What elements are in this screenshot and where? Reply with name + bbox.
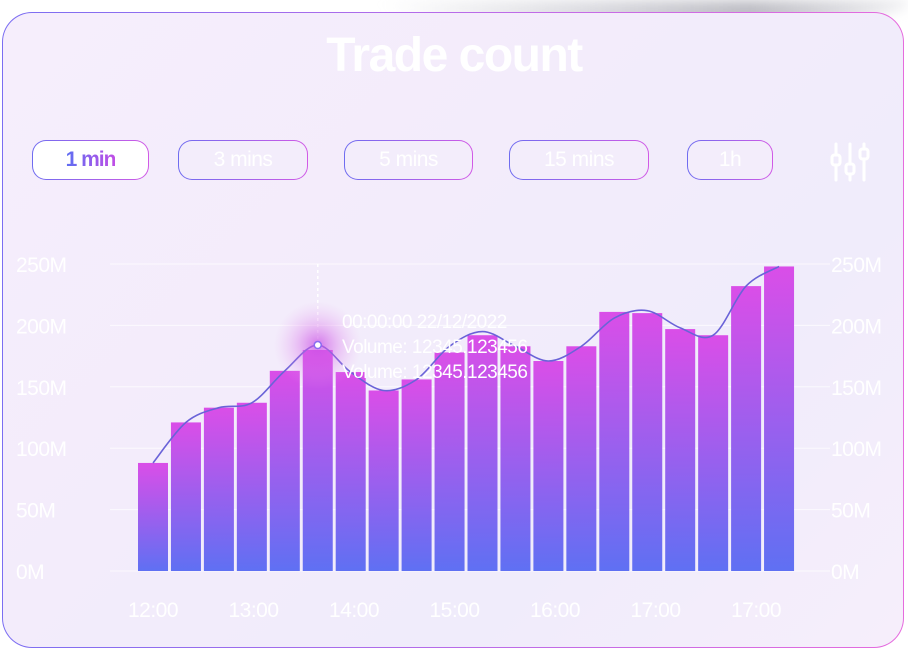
bar[interactable]: [533, 361, 564, 571]
x-tick-label: 16:00: [530, 599, 580, 622]
y-tick-label-right: 100M: [831, 438, 882, 461]
y-tick-label-right: 0M: [831, 561, 859, 584]
x-tick-label: 15:00: [429, 599, 479, 622]
y-tick-label-left: 0M: [16, 561, 44, 584]
bar[interactable]: [236, 402, 267, 571]
tooltip-time: 00:00:00 22/12/2022: [342, 312, 507, 333]
bar[interactable]: [368, 390, 399, 571]
x-tick-label: 14:00: [329, 599, 379, 622]
bar-chart: 0M 0M 50M 50M 100M 100M 150M 150M 200M 200M 250M 25…: [16, 254, 882, 622]
tooltip-volume-2: Volume: 12345.123456: [342, 362, 527, 383]
bar[interactable]: [731, 286, 762, 571]
bar[interactable]: [698, 335, 729, 571]
bar[interactable]: [599, 311, 630, 571]
x-tick-label: 13:00: [228, 599, 278, 622]
bar[interactable]: [566, 346, 597, 571]
y-tick-label-left: 50M: [16, 500, 55, 523]
x-tick-label: 12:00: [128, 599, 178, 622]
tooltip-volume-1: Volume: 12345.123456: [342, 337, 527, 358]
y-tick-label-left: 250M: [16, 254, 67, 277]
bar[interactable]: [170, 422, 201, 571]
y-tick-label-left: 100M: [16, 438, 67, 461]
y-tick-label-left: 200M: [16, 315, 67, 338]
x-tick-label: 17:00: [630, 599, 680, 622]
y-tick-label-right: 250M: [831, 254, 882, 277]
y-tick-label-right: 50M: [831, 500, 870, 523]
bar[interactable]: [665, 329, 696, 571]
bar[interactable]: [269, 370, 300, 571]
bar[interactable]: [434, 352, 465, 571]
hover-point[interactable]: [313, 340, 322, 350]
bar[interactable]: [203, 407, 234, 571]
bar[interactable]: [632, 313, 663, 571]
bar[interactable]: [401, 379, 432, 571]
bar[interactable]: [138, 462, 168, 571]
x-tick-label: 17:00: [731, 599, 781, 622]
y-tick-label-right: 150M: [831, 377, 882, 400]
y-tick-label-left: 150M: [16, 377, 67, 400]
y-tick-label-right: 200M: [831, 315, 882, 338]
bar[interactable]: [335, 372, 366, 571]
bar[interactable]: [764, 266, 795, 571]
